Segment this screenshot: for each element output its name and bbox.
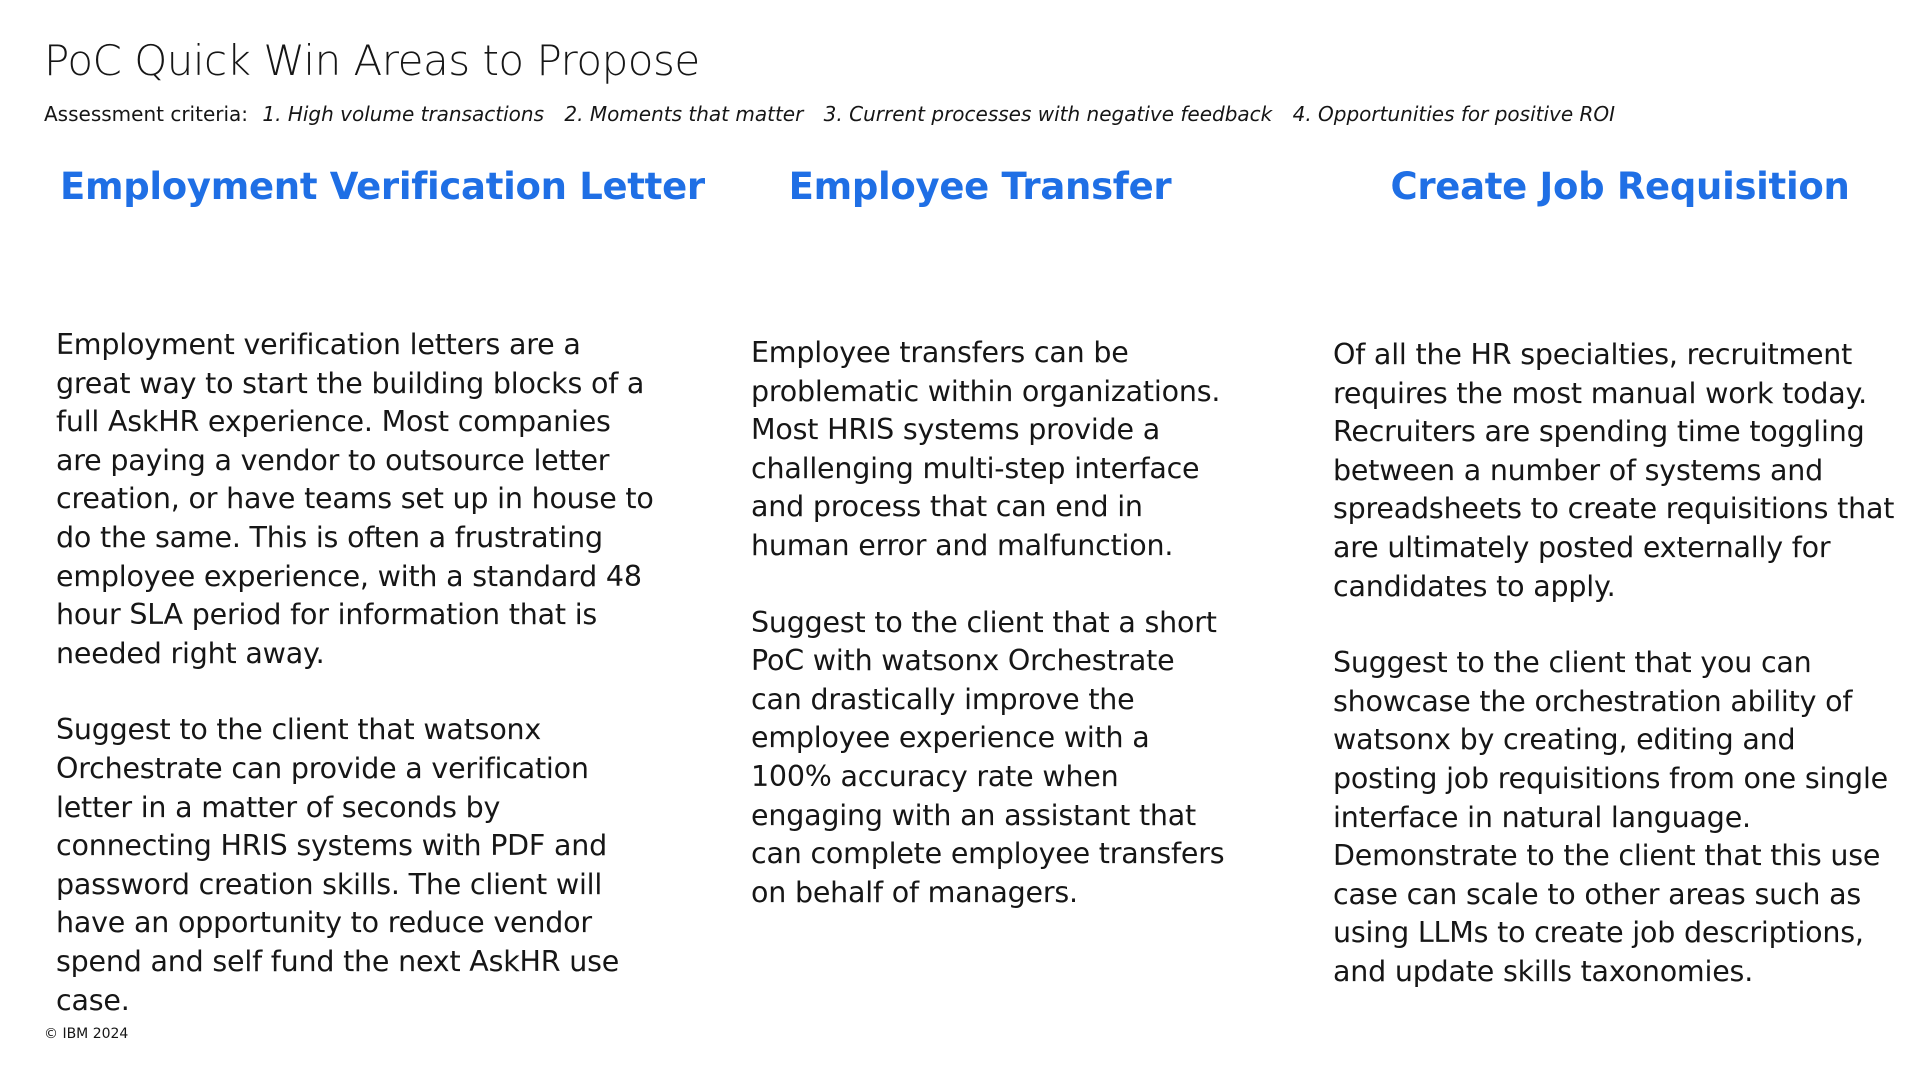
criteria-label: Assessment criteria: [44, 102, 249, 126]
column-heading-employee-transfer: Employee Transfer [788, 165, 1172, 208]
criteria-item: 4. Opportunities for positive ROI [1292, 102, 1616, 126]
assessment-criteria: Assessment criteria: 1. High volume tran… [44, 102, 1629, 126]
column-paragraph: Employee transfers can be problematic wi… [751, 336, 1221, 562]
column-heading-employment-verification: Employment Verification Letter [60, 165, 705, 208]
column-paragraph: Of all the HR specialties, recruitment r… [1333, 338, 1895, 603]
column-paragraph: Suggest to the client that a short PoC w… [751, 605, 1225, 909]
slide-title: PoC Quick Win Areas to Propose [44, 36, 700, 85]
column-paragraph: Suggest to the client that you can showc… [1333, 646, 1889, 988]
column-paragraph: Employment verification letters are a gr… [56, 328, 654, 670]
criteria-item: 3. Current processes with negative feedb… [823, 102, 1273, 126]
column-heading-create-job-requisition: Create Job Requisition [1390, 165, 1850, 208]
column-paragraph: Suggest to the client that watsonx Orche… [56, 713, 620, 1017]
copyright-footer: © IBM 2024 [44, 1026, 129, 1042]
column-body-employee-transfer: Employee transfers can be problematic wi… [751, 334, 1233, 912]
column-body-create-job-requisition: Of all the HR specialties, recruitment r… [1333, 336, 1905, 992]
criteria-item: 1. High volume transactions [262, 102, 545, 126]
column-body-employment-verification: Employment verification letters are a gr… [56, 326, 656, 1020]
criteria-item: 2. Moments that matter [564, 102, 804, 126]
